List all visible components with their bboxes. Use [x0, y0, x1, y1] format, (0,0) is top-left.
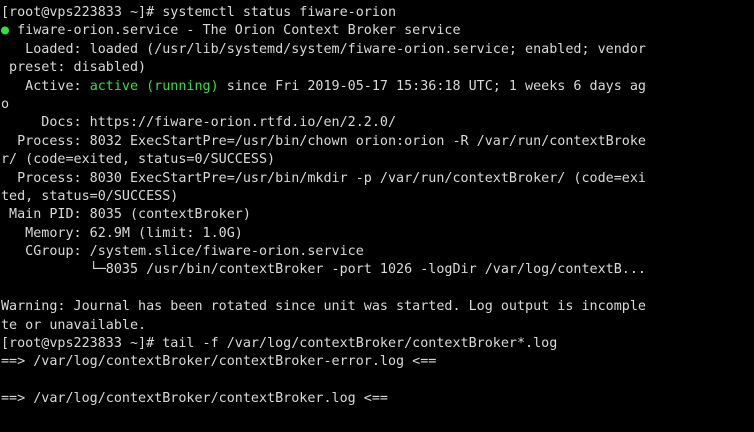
process-8032-line: Process: 8032 ExecStartPre=/usr/bin/chow…: [1, 133, 646, 149]
broker-log-header: ==> /var/log/contextBroker/contextBroker…: [1, 391, 388, 407]
service-title: fiware-orion.service - The Orion Context…: [9, 23, 461, 39]
process-8030-line: Process: 8030 ExecStartPre=/usr/bin/mkdi…: [1, 170, 646, 186]
active-line-wrap: o: [1, 96, 10, 112]
prompt-systemctl-command: [root@vps223833 ~]# systemctl status fiw…: [1, 5, 397, 20]
terminal-window[interactable]: [root@vps223833 ~]# systemctl status fiw…: [0, 0, 754, 432]
active-label: Active:: [1, 78, 90, 94]
loaded-line: Loaded: loaded (/usr/lib/systemd/system/…: [1, 41, 646, 57]
cgroup-line: CGroup: /system.slice/fiware-orion.servi…: [1, 244, 364, 260]
main-pid-line: Main PID: 8035 (contextBroker): [1, 207, 251, 223]
memory-line: Memory: 62.9M (limit: 1.0G): [1, 225, 243, 241]
service-header-line: ● fiware-orion.service - The Orion Conte…: [1, 22, 754, 40]
active-since: since Fri 2019-05-17 15:36:18 UTC; 1 wee…: [218, 78, 646, 94]
error-log-header: ==> /var/log/contextBroker/contextBroker…: [1, 354, 437, 370]
prompt-tail-command: [root@vps223833 ~]# tail -f /var/log/con…: [1, 336, 558, 352]
process-8032-line-wrap: r/ (code=exited, status=0/SUCCESS): [1, 152, 276, 168]
active-status: active (running): [89, 78, 219, 94]
warning-line: Warning: Journal has been rotated since …: [1, 299, 646, 315]
process-8030-line-wrap: ted, status=0/SUCCESS): [1, 188, 179, 204]
status-dot-icon: ●: [1, 23, 10, 39]
active-line: Active: active (running) since Fri 2019-…: [1, 78, 754, 96]
loaded-line-wrap: preset: disabled): [1, 60, 147, 76]
cgroup-process-line: └─8035 /usr/bin/contextBroker -port 1026…: [1, 262, 646, 278]
docs-line: Docs: https://fiware-orion.rtfd.io/en/2.…: [1, 115, 397, 131]
warning-line-wrap: te or unavailable.: [1, 317, 147, 333]
